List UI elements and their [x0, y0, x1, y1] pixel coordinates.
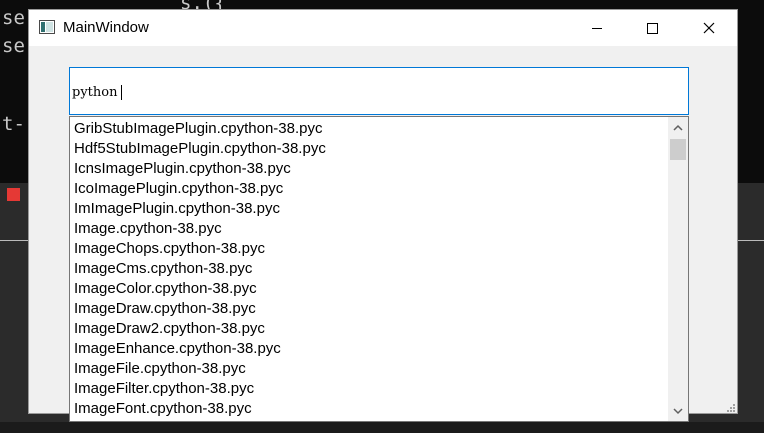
- title-bar[interactable]: MainWindow: [29, 10, 737, 46]
- stop-indicator-icon: [7, 188, 20, 201]
- list-item[interactable]: ImageDraw.cpython-38.pyc: [70, 299, 667, 319]
- completer-list: GribStubImagePlugin.cpython-38.pyc Hdf5S…: [70, 119, 667, 421]
- terminal-line: se: [2, 35, 25, 57]
- list-item[interactable]: ImageColor.cpython-38.pyc: [70, 279, 667, 299]
- list-item[interactable]: ImageEnhance.cpython-38.pyc: [70, 339, 667, 359]
- search-input[interactable]: python: [69, 67, 689, 115]
- scroll-down-button[interactable]: [668, 401, 688, 421]
- close-button[interactable]: [686, 10, 732, 46]
- vertical-scrollbar[interactable]: [668, 117, 688, 421]
- maximize-button[interactable]: [629, 10, 675, 46]
- scroll-up-button[interactable]: [668, 117, 688, 137]
- list-item[interactable]: ImImagePlugin.cpython-38.pyc: [70, 199, 667, 219]
- list-item[interactable]: Hdf5StubImagePlugin.cpython-38.pyc: [70, 139, 667, 159]
- list-item[interactable]: ImageCms.cpython-38.pyc: [70, 259, 667, 279]
- minimize-button[interactable]: [574, 10, 620, 46]
- chevron-up-icon: [673, 124, 683, 131]
- resize-grip-icon[interactable]: [726, 403, 736, 413]
- list-item[interactable]: ImageDraw2.cpython-38.pyc: [70, 319, 667, 339]
- close-icon: [703, 22, 715, 34]
- list-item[interactable]: ImageFilter.cpython-38.pyc: [70, 379, 667, 399]
- minimize-icon: [592, 27, 602, 29]
- maximize-icon: [646, 22, 658, 34]
- list-item[interactable]: Image.cpython-38.pyc: [70, 219, 667, 239]
- list-item[interactable]: ImageChops.cpython-38.pyc: [70, 239, 667, 259]
- completer-popup: GribStubImagePlugin.cpython-38.pyc Hdf5S…: [69, 116, 689, 422]
- text-caret: [121, 85, 122, 100]
- main-window: MainWindow python GribStubImagePlugin.cp…: [29, 10, 737, 422]
- list-item[interactable]: GribStubImagePlugin.cpython-38.pyc: [70, 119, 667, 139]
- terminal-line: se: [2, 7, 25, 29]
- app-window-icon: [39, 20, 55, 34]
- window-title: MainWindow: [63, 19, 149, 36]
- list-item[interactable]: ImageFile.cpython-38.pyc: [70, 359, 667, 379]
- terminal-line: t-: [2, 113, 25, 135]
- list-item[interactable]: ImageFont.cpython-38.pyc: [70, 399, 667, 419]
- scroll-thumb[interactable]: [670, 139, 686, 160]
- background-statusbar: [0, 422, 764, 433]
- chevron-down-icon: [673, 407, 683, 414]
- list-item[interactable]: IcoImagePlugin.cpython-38.pyc: [70, 179, 667, 199]
- list-item[interactable]: IcnsImagePlugin.cpython-38.pyc: [70, 159, 667, 179]
